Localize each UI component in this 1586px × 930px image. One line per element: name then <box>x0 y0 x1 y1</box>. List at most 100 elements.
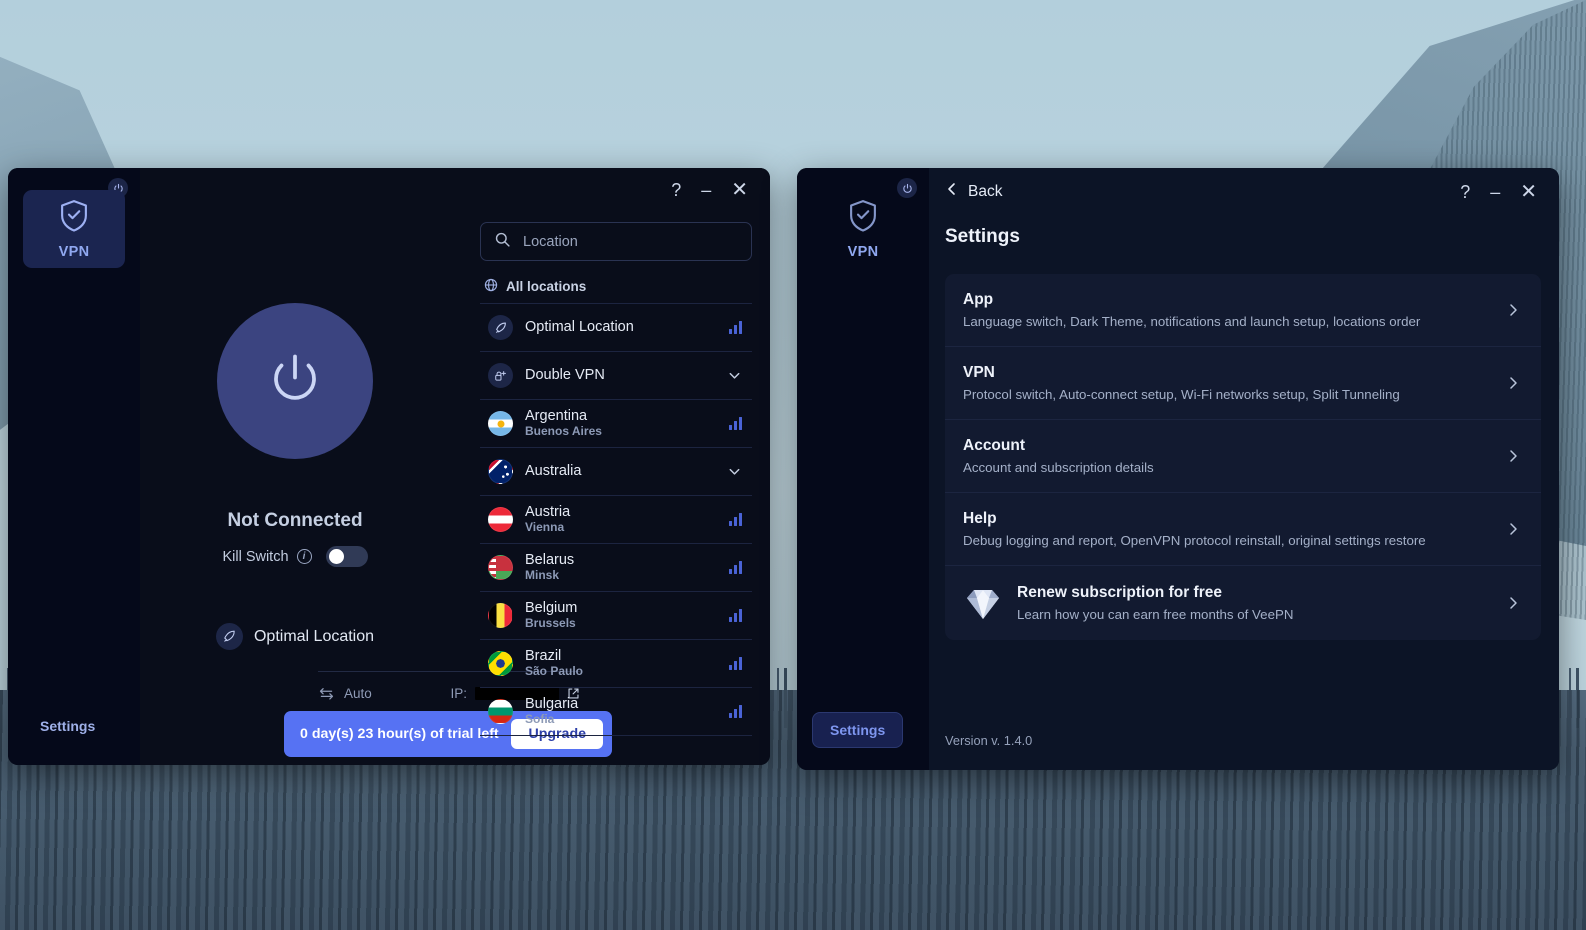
settings-row-title: VPN <box>963 364 995 381</box>
location-texts: Belgium Brussels <box>525 600 577 631</box>
settings-row[interactable]: VPN Protocol switch, Auto-connect setup, … <box>945 347 1541 420</box>
close-button-2[interactable]: ✕ <box>1520 182 1537 202</box>
locations-list[interactable]: Optimal Location Double VPN Argentina Bueno… <box>480 303 752 737</box>
back-button[interactable]: Back <box>945 182 1002 201</box>
location-name: Australia <box>525 463 582 480</box>
location-row-right <box>729 417 742 430</box>
location-list-item[interactable]: Belgium Brussels <box>480 592 752 640</box>
all-locations-label: All locations <box>506 279 587 294</box>
signal-strength-icon <box>729 609 742 622</box>
search-input[interactable] <box>523 233 738 250</box>
flag-icon-austria <box>488 507 513 532</box>
settings-row-texts: Help Debug logging and report, OpenVPN pr… <box>963 510 1426 548</box>
location-list-item[interactable]: Belarus Minsk <box>480 544 752 592</box>
flag-icon-belarus <box>488 555 513 580</box>
chevron-down-icon[interactable] <box>727 368 742 383</box>
vpn-main-window: VPN Settings ? – ✕ Not Connected Kill Sw… <box>8 168 770 765</box>
settings-link[interactable]: Settings <box>23 709 112 743</box>
protocol-value[interactable]: Auto <box>344 686 372 701</box>
location-row-right <box>729 657 742 670</box>
chevron-right-icon <box>1505 448 1521 464</box>
kill-switch-knob <box>328 549 344 564</box>
all-locations-header: All locations <box>484 278 762 295</box>
location-row-right <box>729 561 742 574</box>
location-texts: Belarus Minsk <box>525 552 574 583</box>
kill-switch-label: Kill Switch <box>222 548 289 565</box>
location-list-item[interactable]: Brazil São Paulo <box>480 640 752 688</box>
flag-icon-bulgaria <box>488 699 513 724</box>
settings-row[interactable]: Renew subscription for free Learn how you… <box>945 566 1541 640</box>
location-search-box[interactable] <box>480 222 752 261</box>
settings-row[interactable]: Help Debug logging and report, OpenVPN pr… <box>945 493 1541 566</box>
rocket-icon <box>488 315 513 340</box>
main-window-body: ? – ✕ Not Connected Kill Switch i Optima… <box>140 168 770 765</box>
location-list-item[interactable]: Austria Vienna <box>480 496 752 544</box>
location-row-right <box>729 609 742 622</box>
vpn-settings-window: VPN Settings ? – ✕ Back Settings App Lang… <box>797 168 1559 770</box>
settings-row-texts: Account Account and subscription details <box>963 437 1154 475</box>
signal-strength-icon <box>729 321 742 334</box>
help-button-2[interactable]: ? <box>1460 183 1470 201</box>
page-title: Settings <box>945 226 1020 247</box>
settings-window-sidebar: VPN Settings <box>797 168 929 770</box>
shield-check-icon-2 <box>848 199 878 237</box>
location-city: Brussels <box>525 616 576 631</box>
location-list-item[interactable]: Argentina Buenos Aires <box>480 400 752 448</box>
location-city: Sofia <box>525 712 555 727</box>
sidebar-item-vpn-label: VPN <box>58 243 90 260</box>
location-city: Vienna <box>525 520 565 535</box>
settings-link-active[interactable]: Settings <box>812 712 904 748</box>
chevron-left-icon <box>945 182 959 201</box>
location-texts: Austria Vienna <box>525 504 570 535</box>
signal-strength-icon <box>729 561 742 574</box>
signal-strength-icon <box>729 657 742 670</box>
main-window-sidebar: VPN Settings <box>8 168 140 765</box>
back-label: Back <box>968 182 1003 200</box>
location-name: Brazil <box>525 647 562 664</box>
settings-row-subtitle: Protocol switch, Auto-connect setup, Wi-… <box>963 387 1400 402</box>
location-row-right <box>729 513 742 526</box>
location-texts: Double VPN <box>525 367 605 384</box>
location-list-item[interactable]: Double VPN <box>480 352 752 400</box>
connect-power-button[interactable] <box>217 303 373 459</box>
double-vpn-icon <box>488 363 513 388</box>
location-texts: Brazil São Paulo <box>525 648 583 679</box>
location-row-right <box>729 321 742 334</box>
settings-row-title: Renew subscription for free <box>1017 584 1222 601</box>
kill-switch-toggle[interactable] <box>325 546 368 567</box>
flag-icon-belgium <box>488 603 513 628</box>
location-name: Austria <box>525 503 571 520</box>
search-icon <box>494 231 511 253</box>
ip-label: IP: <box>450 686 467 701</box>
location-list-item[interactable]: Optimal Location <box>480 304 752 352</box>
globe-icon <box>484 278 498 295</box>
location-texts: Argentina Buenos Aires <box>525 408 602 439</box>
trial-message: 0 day(s) 23 hour(s) of trial left <box>300 726 499 742</box>
location-name: Belarus <box>525 551 575 568</box>
location-texts: Bulgaria Sofia <box>525 696 578 727</box>
settings-row-title: App <box>963 291 994 308</box>
settings-row-subtitle: Debug logging and report, OpenVPN protoc… <box>963 533 1426 548</box>
sidebar-item-vpn[interactable]: VPN <box>23 190 125 268</box>
location-name: Argentina <box>525 407 588 424</box>
sidebar-item-vpn-2[interactable]: VPN <box>812 190 914 268</box>
location-list-item[interactable]: Australia <box>480 448 752 496</box>
minimize-button-2[interactable]: – <box>1490 183 1500 201</box>
chevron-right-icon <box>1505 521 1521 537</box>
settings-row-title: Account <box>963 437 1025 454</box>
settings-row-subtitle: Account and subscription details <box>963 460 1154 475</box>
sidebar-item-vpn-label-2: VPN <box>847 243 879 260</box>
settings-row[interactable]: Account Account and subscription details <box>945 420 1541 493</box>
info-icon[interactable]: i <box>296 549 312 564</box>
location-list-item[interactable]: Bulgaria Sofia <box>480 688 752 736</box>
shield-check-icon <box>59 199 89 237</box>
selected-location-label: Optimal Location <box>253 627 375 645</box>
chevron-down-icon[interactable] <box>727 464 742 479</box>
location-name: Bulgaria <box>525 695 579 712</box>
settings-card: App Language switch, Dark Theme, notifica… <box>945 274 1541 640</box>
settings-row[interactable]: App Language switch, Dark Theme, notifica… <box>945 274 1541 347</box>
location-name: Optimal Location <box>525 319 634 336</box>
selected-location-row[interactable]: Optimal Location <box>140 623 450 650</box>
location-texts: Australia <box>525 463 581 480</box>
chevron-right-icon <box>1505 375 1521 391</box>
